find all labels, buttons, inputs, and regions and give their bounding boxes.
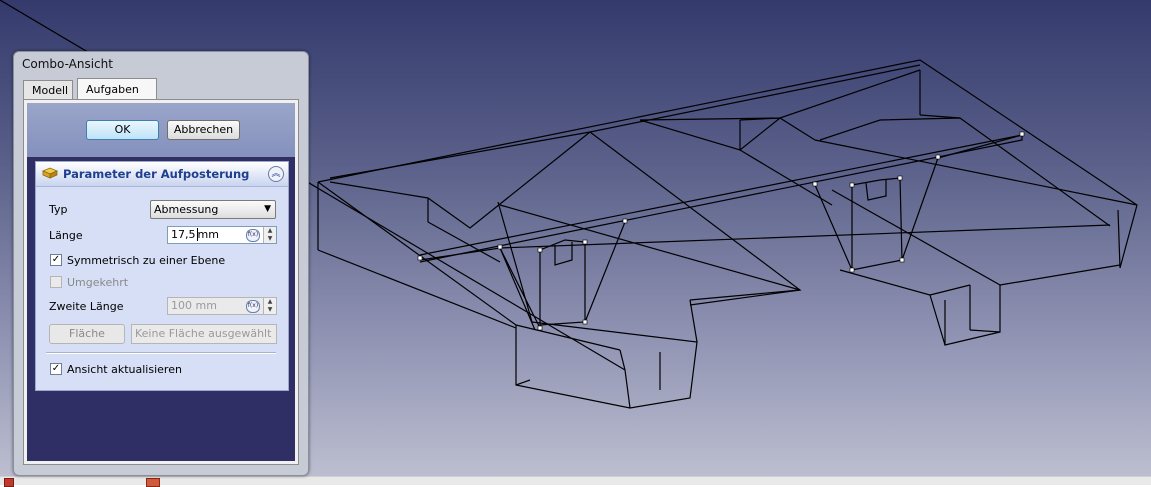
reversed-label: Umgekehrt (67, 276, 129, 289)
update-view-label: Ansicht aktualisieren (67, 363, 182, 376)
tasks-page: OK Abbrechen Parameter der Aufposterung … (23, 99, 299, 465)
second-length-value: 100 mm (171, 299, 217, 312)
laenge-input[interactable]: 17,5 mm f(x) ▲ ▼ (167, 226, 277, 244)
update-view-checkbox[interactable]: ✓ (50, 363, 62, 375)
panel-title: Combo-Ansicht (22, 57, 113, 71)
close-tab-icon[interactable] (146, 478, 160, 487)
pad-parameters-title: Parameter der Aufposterung (63, 167, 250, 181)
second-length-input[interactable]: 100 mm f(x) ▲ ▼ (167, 297, 277, 315)
second-length-label: Zweite Länge (49, 300, 124, 313)
laenge-value: 17,5 (171, 228, 196, 241)
divider (46, 352, 276, 354)
pad-feature-icon (42, 167, 58, 179)
laenge-spinner[interactable]: ▲ ▼ (263, 227, 276, 243)
ok-button[interactable]: OK (86, 120, 159, 140)
document-icon (4, 478, 14, 487)
second-length-spinner[interactable]: ▲ ▼ (263, 298, 276, 314)
tab-modell[interactable]: Modell (23, 80, 73, 99)
tab-aufgaben[interactable]: Aufgaben (77, 78, 157, 100)
face-button[interactable]: Fläche (49, 324, 125, 344)
expression-icon[interactable]: f(x) (246, 300, 260, 313)
laenge-label: Länge (49, 229, 83, 242)
laenge-unit: mm (196, 228, 219, 241)
dialog-button-band: OK Abbrechen (27, 103, 295, 157)
face-field[interactable]: Keine Fläche ausgewählt (131, 324, 277, 344)
collapse-up-icon[interactable]: ︽ (268, 166, 284, 182)
symmetric-label: Symmetrisch zu einer Ebene (67, 254, 226, 267)
chevron-down-icon: ▼ (264, 204, 271, 214)
combo-view-panel: Combo-Ansicht Modell Aufgaben OK Abbrech… (13, 51, 309, 476)
typ-dropdown[interactable]: Abmessung ▼ (150, 200, 276, 219)
cancel-button[interactable]: Abbrechen (167, 120, 240, 140)
reversed-checkbox[interactable] (50, 276, 62, 288)
typ-selected-value: Abmessung (154, 203, 219, 216)
symmetric-checkbox[interactable]: ✓ (50, 254, 62, 266)
pad-parameters-header[interactable]: Parameter der Aufposterung ︽ (36, 162, 288, 187)
typ-label: Typ (49, 203, 68, 216)
task-area: OK Abbrechen Parameter der Aufposterung … (27, 103, 295, 461)
pad-parameters-box: Parameter der Aufposterung ︽ Typ Abmessu… (35, 161, 289, 391)
expression-icon[interactable]: f(x) (246, 229, 260, 242)
